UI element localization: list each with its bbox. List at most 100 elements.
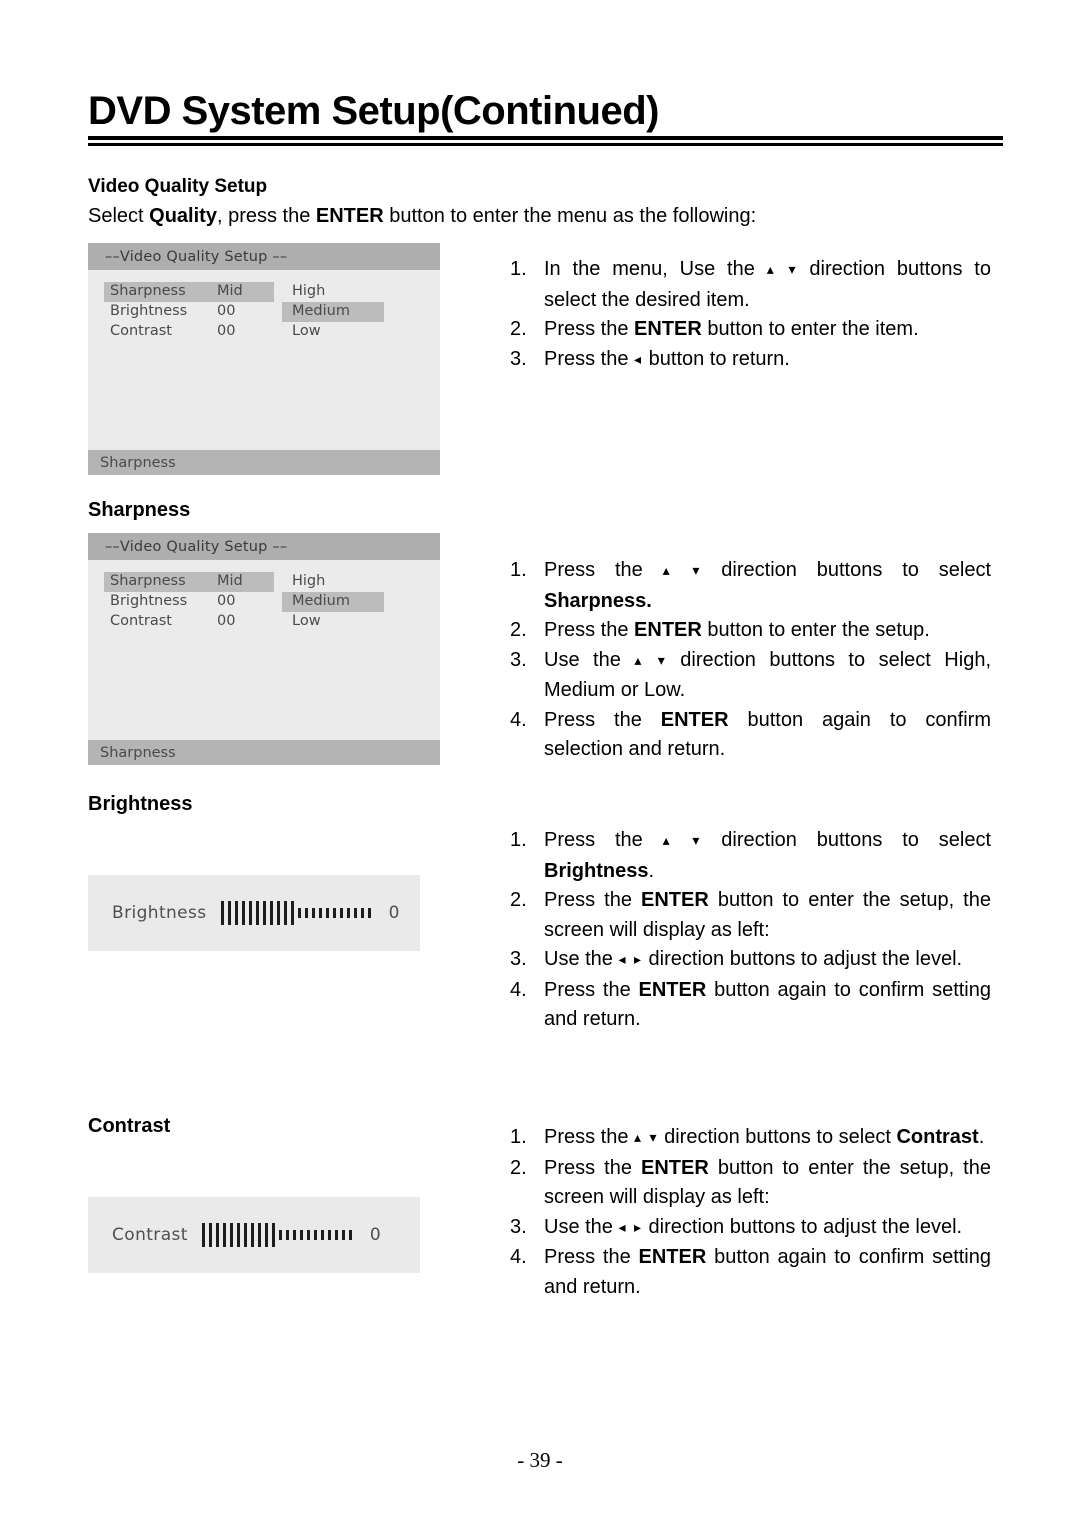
slider-bar-filled — [283, 901, 287, 925]
osd-row[interactable]: Brightness 00 Medium — [104, 592, 424, 612]
slider-bar-filled — [262, 901, 266, 925]
slider-bar-filled — [264, 1223, 268, 1247]
slider-bar-empty — [325, 908, 329, 918]
osd-option-label: High — [292, 573, 326, 589]
slider-bars-contrast[interactable] — [201, 1222, 356, 1248]
osd-option-medium[interactable]: Medium — [282, 302, 384, 322]
instruction-list-brightness: 1. Press the ▴ ▾ direction buttons to sel… — [510, 826, 991, 1035]
osd-footer-bar: Sharpness — [88, 450, 440, 475]
osd-option-high[interactable]: High — [282, 282, 384, 302]
osd-menu-video-quality-1[interactable]: ––Video Quality Setup –– Sharpness Mid H… — [88, 243, 440, 475]
instruction-number: 1. — [510, 829, 527, 851]
osd-value: 00 — [217, 593, 236, 609]
osd-row-contrast[interactable]: Contrast 00 — [104, 322, 274, 342]
osd-row[interactable]: Brightness 00 Medium — [104, 302, 424, 322]
title-rule-top — [88, 136, 1003, 140]
osd-label: Brightness — [110, 303, 188, 319]
slider-bar-empty — [346, 908, 350, 918]
intro-bold-enter: ENTER — [315, 205, 384, 227]
instruction-text: Press the ENTER button to enter the setu… — [544, 619, 930, 641]
instruction-text: Press the ▴ ▾ direction buttons to selec… — [544, 1126, 985, 1148]
instruction-text: Press the ▴ ▾ direction buttons to selec… — [544, 829, 991, 882]
osd-label: Sharpness — [110, 283, 186, 299]
osd-row-brightness[interactable]: Brightness 00 — [104, 302, 274, 322]
osd-row[interactable]: Sharpness Mid High — [104, 572, 424, 592]
slider-bar-empty — [313, 1230, 317, 1240]
instruction-number: 1. — [510, 1126, 527, 1148]
slider-bar-filled — [276, 901, 280, 925]
instruction-number: 4. — [510, 708, 527, 731]
instruction-list-sharpness: 1. Press the ▴ ▾ direction buttons to sel… — [510, 556, 991, 765]
osd-label: Contrast — [110, 613, 172, 629]
instruction-list-menu: 1. In the menu, Use the ▴ ▾ direction but… — [510, 255, 991, 375]
osd-option-low[interactable]: Low — [282, 322, 384, 342]
osd-label: Brightness — [110, 593, 188, 609]
instruction-item: 2. Press the ENTER button to enter the se… — [510, 616, 991, 646]
osd-row[interactable]: Sharpness Mid High — [104, 282, 424, 302]
osd-row[interactable]: Contrast 00 Low — [104, 612, 424, 632]
slider-bar-filled — [255, 901, 259, 925]
slider-bar-empty — [334, 1230, 338, 1240]
osd-label: Contrast — [110, 323, 172, 339]
instruction-number: 3. — [510, 1215, 527, 1238]
osd-row-sharpness[interactable]: Sharpness Mid — [104, 572, 274, 592]
osd-menu-video-quality-2[interactable]: ––Video Quality Setup –– Sharpness Mid H… — [88, 533, 440, 765]
slider-bar-filled — [201, 1223, 205, 1247]
instruction-number: 2. — [510, 889, 527, 911]
intro-text-pre: Select — [88, 205, 150, 227]
slider-bar-filled — [208, 1223, 212, 1247]
osd-row[interactable]: Contrast 00 Low — [104, 322, 424, 342]
slider-bar-filled — [250, 1223, 254, 1247]
osd-row-brightness[interactable]: Brightness 00 — [104, 592, 274, 612]
title-rule-bottom — [88, 143, 1003, 146]
slider-bar-filled — [220, 901, 224, 925]
osd-option-high[interactable]: High — [282, 572, 384, 592]
instruction-text: Press the ENTER button to enter the item… — [544, 318, 919, 340]
instruction-list-contrast: 1. Press the ▴ ▾ direction buttons to sel… — [510, 1123, 991, 1302]
slider-bar-empty — [311, 908, 315, 918]
slider-bar-empty — [339, 908, 343, 918]
page-header: DVD System Setup(Continued) — [88, 90, 1003, 146]
osd-option-medium[interactable]: Medium — [282, 592, 384, 612]
slider-bar-empty — [297, 908, 301, 918]
instruction-number: 3. — [510, 648, 527, 671]
page-number: - 39 - — [517, 1448, 563, 1472]
osd-option-label: High — [292, 283, 326, 299]
osd-option-label: Medium — [292, 593, 350, 609]
slider-bars-brightness[interactable] — [220, 900, 375, 926]
instruction-item: 3. Use the ▴ ▾ direction buttons to selec… — [510, 646, 991, 706]
instruction-number: 4. — [510, 978, 527, 1001]
slider-bar-filled — [290, 901, 294, 925]
osd-row-sharpness[interactable]: Sharpness Mid — [104, 282, 274, 302]
instruction-item: 4. Press the ENTER button again to confir… — [510, 706, 991, 765]
osd-value: 00 — [217, 613, 236, 629]
section-heading-brightness: Brightness — [88, 793, 193, 815]
osd-row-contrast[interactable]: Contrast 00 — [104, 612, 274, 632]
slider-bar-empty — [332, 908, 336, 918]
slider-bar-empty — [299, 1230, 303, 1240]
instruction-number: 2. — [510, 619, 527, 641]
instruction-item: 4. Press the ENTER button again to confir… — [510, 1243, 991, 1302]
instruction-number: 3. — [510, 347, 527, 370]
slider-bar-empty — [327, 1230, 331, 1240]
osd-option-label: Medium — [292, 303, 350, 319]
slider-bar-filled — [243, 1223, 247, 1247]
slider-value: 0 — [369, 1225, 381, 1245]
instruction-item: 1. Press the ▴ ▾ direction buttons to sel… — [510, 1123, 991, 1154]
slider-box-brightness[interactable]: Brightness 0 — [88, 875, 420, 951]
osd-value: Mid — [217, 573, 243, 589]
slider-bar-filled — [257, 1223, 261, 1247]
slider-bar-empty — [318, 908, 322, 918]
instruction-item: 3. Use the ◂ ▸ direction buttons to adjus… — [510, 945, 991, 976]
slider-box-contrast[interactable]: Contrast 0 — [88, 1197, 420, 1273]
slider-bar-filled — [229, 1223, 233, 1247]
slider-bar-empty — [306, 1230, 310, 1240]
osd-option-low[interactable]: Low — [282, 612, 384, 632]
instruction-text: Press the ENTER button again to confirm … — [544, 708, 992, 761]
instruction-item: 1. In the menu, Use the ▴ ▾ direction but… — [510, 255, 991, 315]
slider-bar-empty — [341, 1230, 345, 1240]
slider-bar-empty — [353, 908, 357, 918]
instruction-text: Press the ENTER button again to confirm … — [544, 978, 991, 1031]
instruction-text: In the menu, Use the ▴ ▾ direction butto… — [544, 258, 991, 311]
intro-bold-quality: Quality — [149, 205, 217, 227]
